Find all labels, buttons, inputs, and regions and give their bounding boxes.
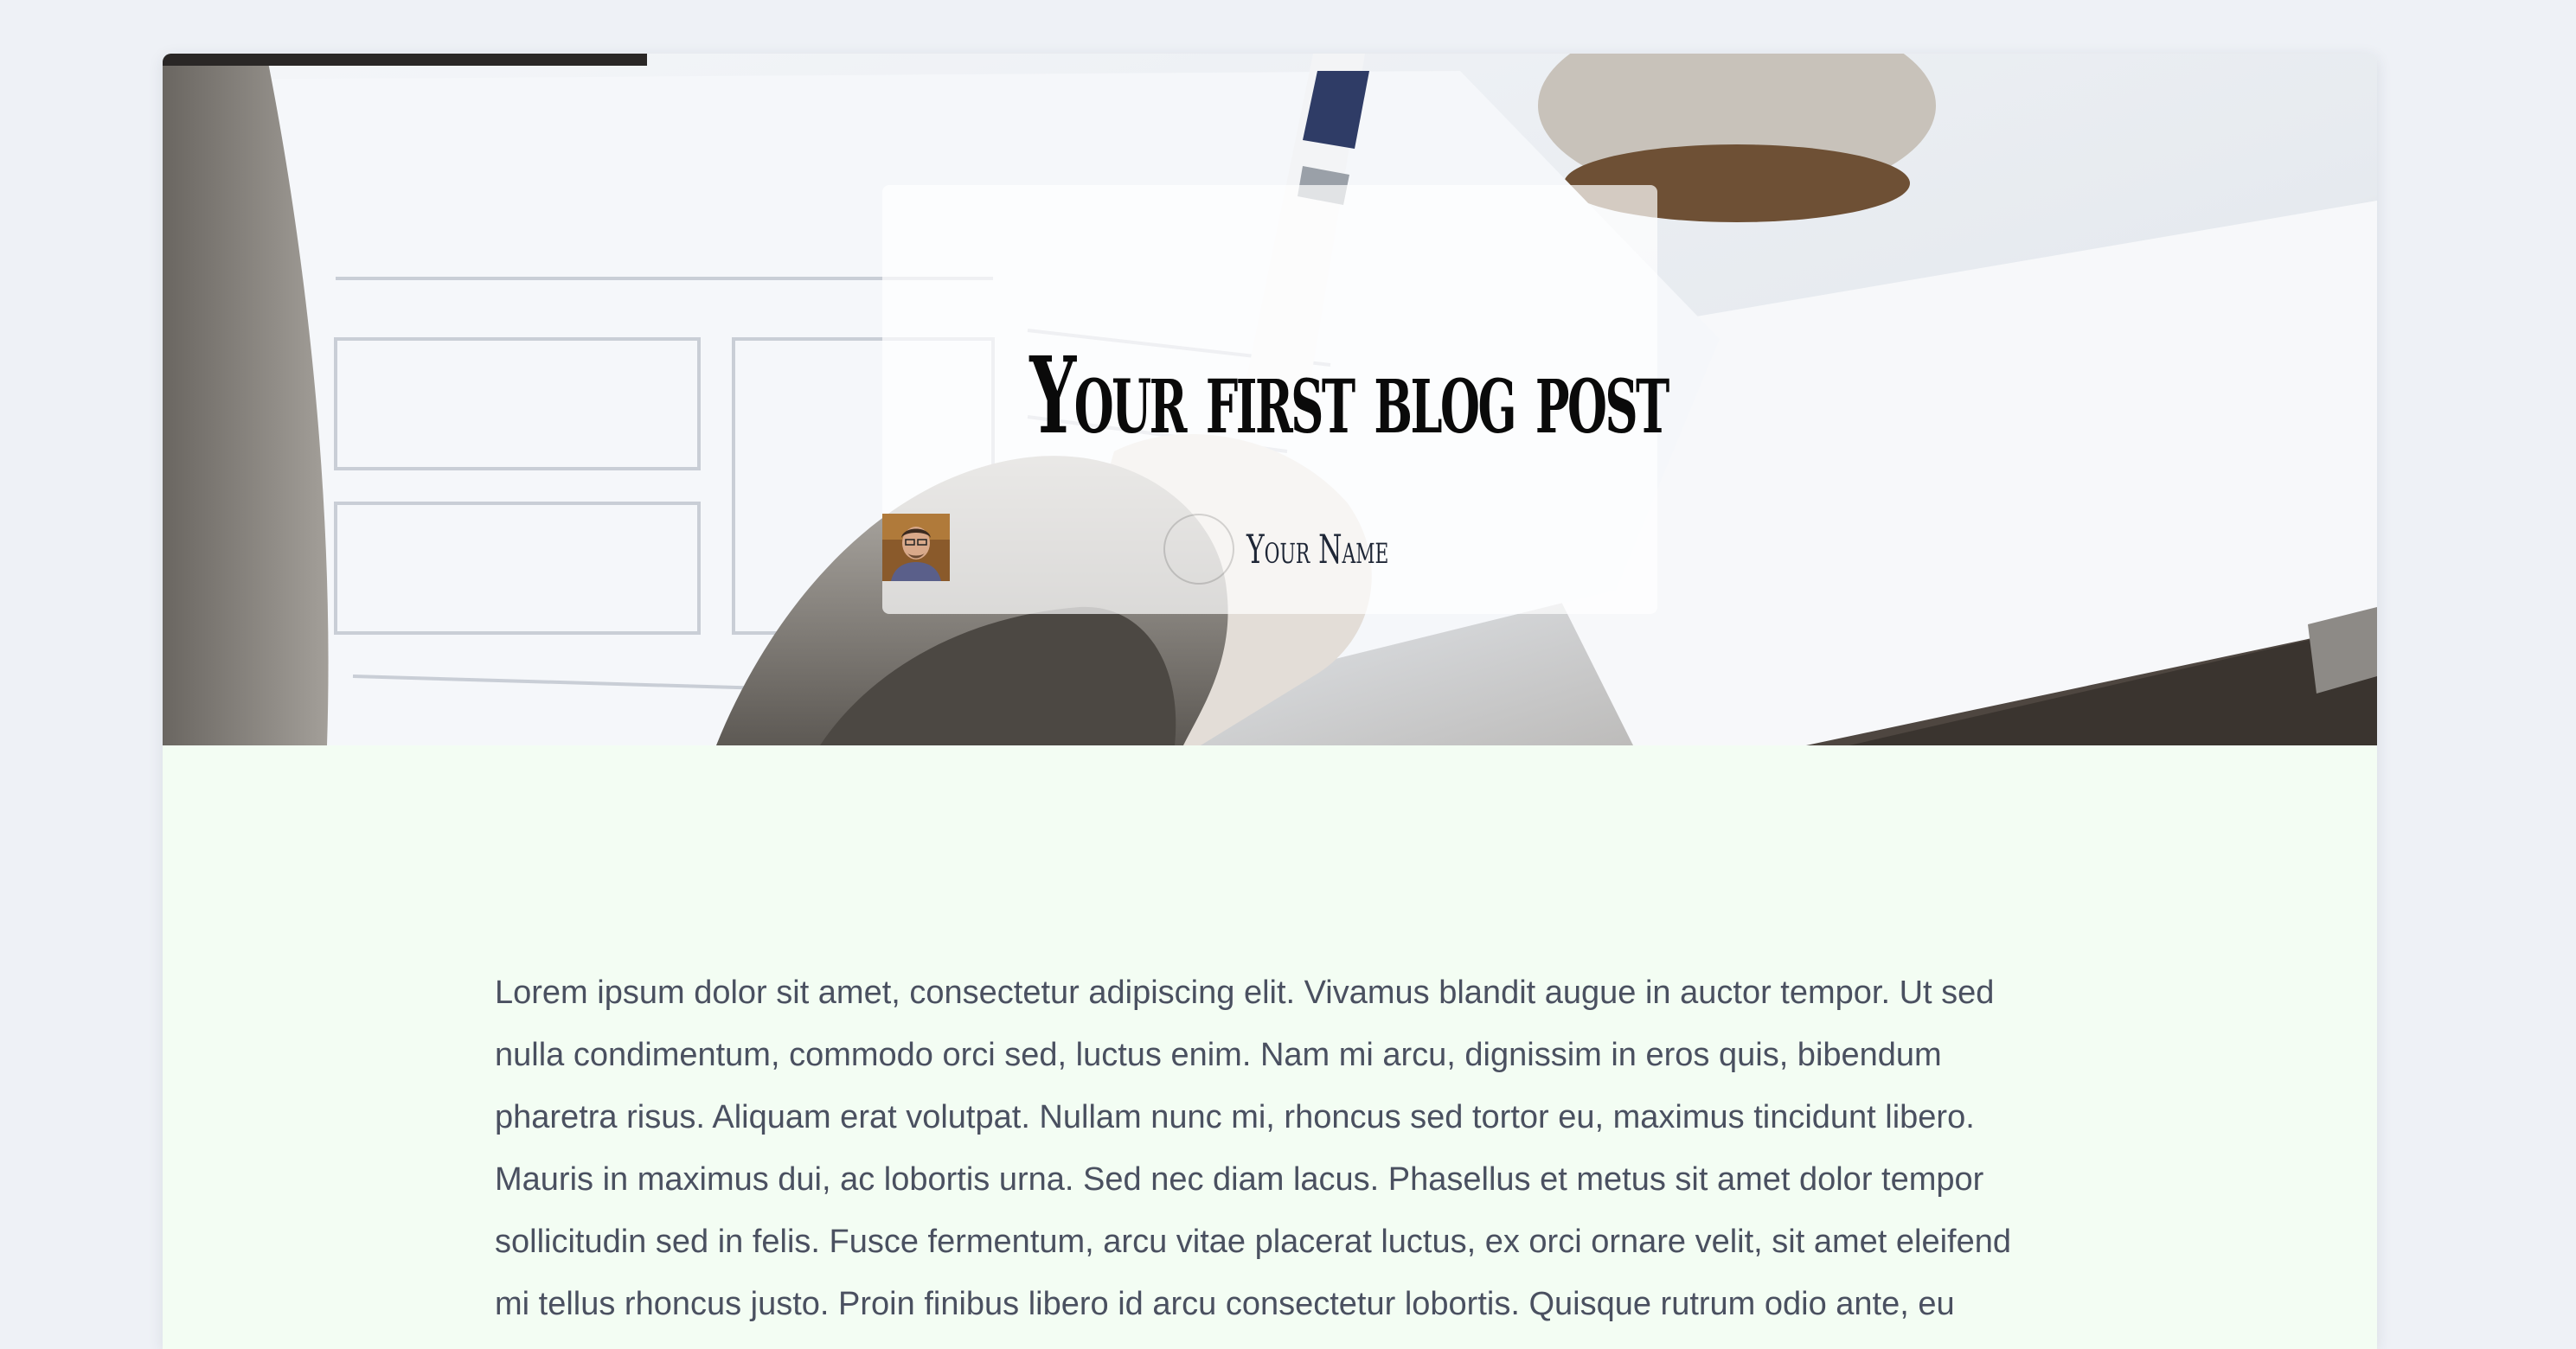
- author-byline[interactable]: Your Name: [882, 514, 1657, 585]
- title-overlay: Your first blog post Your Name: [882, 185, 1669, 614]
- author-name[interactable]: Your Name: [1246, 526, 1388, 572]
- post-body-paragraph: Lorem ipsum dolor sit amet, consectetur …: [495, 975, 2011, 1349]
- blog-post-card: Your first blog post Your Name Lorem ips…: [163, 54, 2377, 1349]
- author-avatar[interactable]: [882, 514, 1234, 585]
- post-title: Your first blog post: [1029, 333, 1669, 457]
- hero-image: Your first blog post Your Name: [163, 54, 2377, 745]
- post-content: Lorem ipsum dolor sit amet, consectetur …: [495, 962, 2052, 1349]
